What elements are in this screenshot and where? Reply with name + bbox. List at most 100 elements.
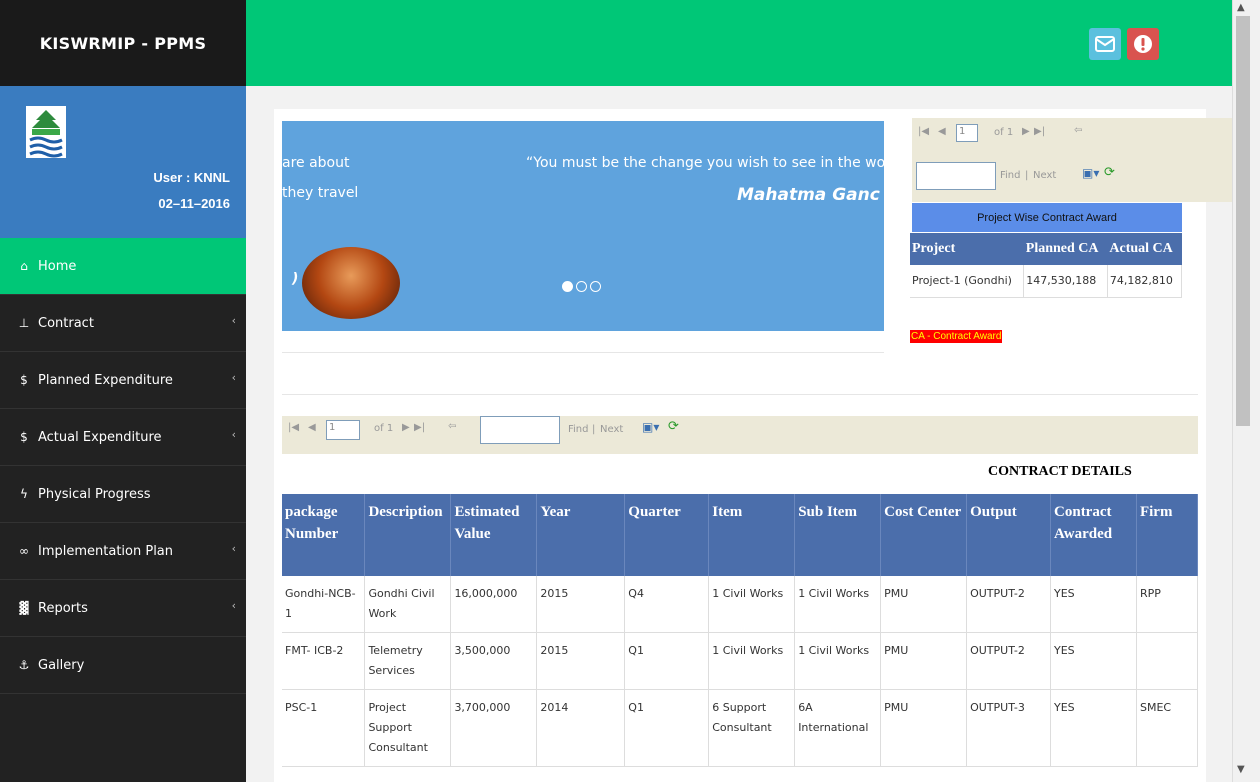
table-cell: YES xyxy=(1050,689,1137,767)
find-link[interactable]: Find xyxy=(1000,170,1021,181)
table-cell-project: Project-1 (Gondhi) xyxy=(910,265,1025,298)
page-scrollbar[interactable]: ▲ ▼ xyxy=(1232,0,1260,782)
table-cell xyxy=(1136,632,1199,690)
quote-carousel[interactable]: are about they travel “You must be the c… xyxy=(282,121,884,331)
export-icon[interactable]: ▣▾ xyxy=(1082,166,1099,180)
page-number-input[interactable]: 1 xyxy=(956,124,978,142)
table-cell: Q1 xyxy=(624,632,710,690)
report-toolbar: |◀ ◀ 1 of 1 ▶ ▶| ⇦ Find | Next ▣▾ ⟳ xyxy=(912,118,1234,202)
find-link[interactable]: Find xyxy=(568,424,589,435)
table-cell: SMEC xyxy=(1136,689,1199,767)
find-input[interactable] xyxy=(916,162,996,190)
table-cell-actual: 74,182,810 xyxy=(1107,265,1183,298)
column-header: package Number xyxy=(282,494,366,576)
back-icon[interactable]: ⇦ xyxy=(448,421,456,432)
next-link[interactable]: Next xyxy=(1033,170,1056,181)
last-page-icon[interactable]: ▶| xyxy=(1034,126,1045,137)
table-cell: 6 Support Consultant xyxy=(708,689,796,767)
sidebar-item-implementation-plan[interactable]: ∞ Implementation Plan ‹ xyxy=(0,523,246,580)
user-panel: User : KNNL 02–11–2016 xyxy=(0,86,246,238)
sidebar-item-label: Actual Expenditure xyxy=(38,429,162,445)
carousel-indicators xyxy=(562,281,601,292)
exclamation-circle-icon xyxy=(1134,35,1152,53)
chevron-left-icon: ‹ xyxy=(231,542,236,555)
back-icon[interactable]: ⇦ xyxy=(1074,125,1082,136)
scroll-down-icon[interactable]: ▼ xyxy=(1237,764,1245,775)
page-count: of 1 xyxy=(994,127,1014,138)
table-row: FMT- ICB-2 Telemetry Services 3,500,000 201… xyxy=(282,632,1199,690)
page-number-input[interactable]: 1 xyxy=(326,420,360,440)
alert-button[interactable] xyxy=(1127,28,1159,60)
table-cell: PMU xyxy=(880,689,968,767)
column-header: Year xyxy=(536,494,626,576)
carousel-dot[interactable] xyxy=(590,281,601,292)
find-separator: | xyxy=(1025,170,1029,181)
chevron-left-icon: ‹ xyxy=(231,314,236,327)
table-row: Gondhi-NCB-1 Gondhi Civil Work 16,000,000 2… xyxy=(282,576,1199,633)
carousel-quote: “You must be the change you wish to see … xyxy=(526,155,884,171)
table-cell: Telemetry Services xyxy=(364,632,452,690)
scroll-up-icon[interactable]: ▲ xyxy=(1237,2,1245,13)
sidebar-item-label: Implementation Plan xyxy=(38,543,174,559)
carousel-fragment: ) xyxy=(292,271,299,287)
table-cell: Gondhi Civil Work xyxy=(364,576,452,633)
table-cell: 16,000,000 xyxy=(450,576,538,633)
table-cell-planned: 147,530,188 xyxy=(1023,265,1108,298)
table-cell: 3,700,000 xyxy=(450,689,538,767)
column-header: Project xyxy=(910,233,1024,265)
carousel-dot[interactable] xyxy=(562,281,573,292)
table-cell: 1 Civil Works xyxy=(794,576,882,633)
carousel-text-left-2: they travel xyxy=(282,185,359,201)
sidebar-item-label: Planned Expenditure xyxy=(38,372,173,388)
table-cell: Project Support Consultant xyxy=(364,689,452,767)
find-separator: | xyxy=(592,424,596,435)
sidebar-item-physical-progress[interactable]: ϟ Physical Progress xyxy=(0,466,246,523)
table-cell: 2015 xyxy=(536,632,626,690)
carousel-dot[interactable] xyxy=(576,281,587,292)
mail-button[interactable] xyxy=(1089,28,1121,60)
envelope-icon xyxy=(1095,36,1115,52)
sidebar-nav: ⌂ Home ⊥ Contract ‹ $ Planned Expenditure ‹ $ Act… xyxy=(0,238,246,694)
carousel-text-left-1: are about xyxy=(282,155,350,171)
anchor-icon: ⚓ xyxy=(18,658,30,672)
next-page-icon[interactable]: ▶ xyxy=(402,422,410,433)
ca-legend-note: CA - Contract Award xyxy=(910,330,1003,343)
first-page-icon[interactable]: |◀ xyxy=(288,422,299,433)
first-page-icon[interactable]: |◀ xyxy=(918,126,929,137)
next-page-icon[interactable]: ▶ xyxy=(1022,126,1030,137)
chevron-left-icon: ‹ xyxy=(231,428,236,441)
sidebar-item-contract[interactable]: ⊥ Contract ‹ xyxy=(0,295,246,352)
table-cell: OUTPUT-2 xyxy=(966,576,1052,633)
last-page-icon[interactable]: ▶| xyxy=(414,422,425,433)
table-cell: 1 Civil Works xyxy=(794,632,882,690)
scrollbar-thumb[interactable] xyxy=(1236,16,1250,426)
refresh-icon[interactable]: ⟳ xyxy=(668,419,679,434)
sidebar-item-home[interactable]: ⌂ Home xyxy=(0,238,246,295)
table-cell: 1 Civil Works xyxy=(708,576,796,633)
column-header: Cost Center xyxy=(880,494,968,576)
bolt-icon: ϟ xyxy=(20,487,28,501)
column-header: Output xyxy=(966,494,1052,576)
find-input[interactable] xyxy=(480,416,560,444)
contract-details-table: package Number Description Estimated Value… xyxy=(282,494,1199,767)
table-row: PSC-1 Project Support Consultant 3,700,000… xyxy=(282,689,1199,767)
refresh-icon[interactable]: ⟳ xyxy=(1104,165,1115,180)
app-brand[interactable]: KISWRMIP - PPMS xyxy=(0,0,246,86)
sidebar-item-reports[interactable]: ▓ Reports ‹ xyxy=(0,580,246,637)
table-cell: Gondhi-NCB-1 xyxy=(282,576,366,633)
sidebar-item-actual-expenditure[interactable]: $ Actual Expenditure ‹ xyxy=(0,409,246,466)
sidebar-item-gallery[interactable]: ⚓ Gallery xyxy=(0,637,246,694)
dollar-icon: $ xyxy=(20,373,28,387)
contract-award-title: Project Wise Contract Award xyxy=(912,203,1182,232)
bicycle-icon: ∞ xyxy=(19,544,29,558)
next-link[interactable]: Next xyxy=(600,424,623,435)
export-icon[interactable]: ▣▾ xyxy=(642,420,659,434)
prev-page-icon[interactable]: ◀ xyxy=(938,126,946,137)
column-header: Planned CA xyxy=(1023,233,1108,265)
prev-page-icon[interactable]: ◀ xyxy=(308,422,316,433)
table-cell: RPP xyxy=(1136,576,1199,633)
sidebar-item-planned-expenditure[interactable]: $ Planned Expenditure ‹ xyxy=(0,352,246,409)
current-date: 02–11–2016 xyxy=(158,196,230,211)
column-header: Sub Item xyxy=(794,494,882,576)
sidebar-item-label: Home xyxy=(38,258,77,274)
